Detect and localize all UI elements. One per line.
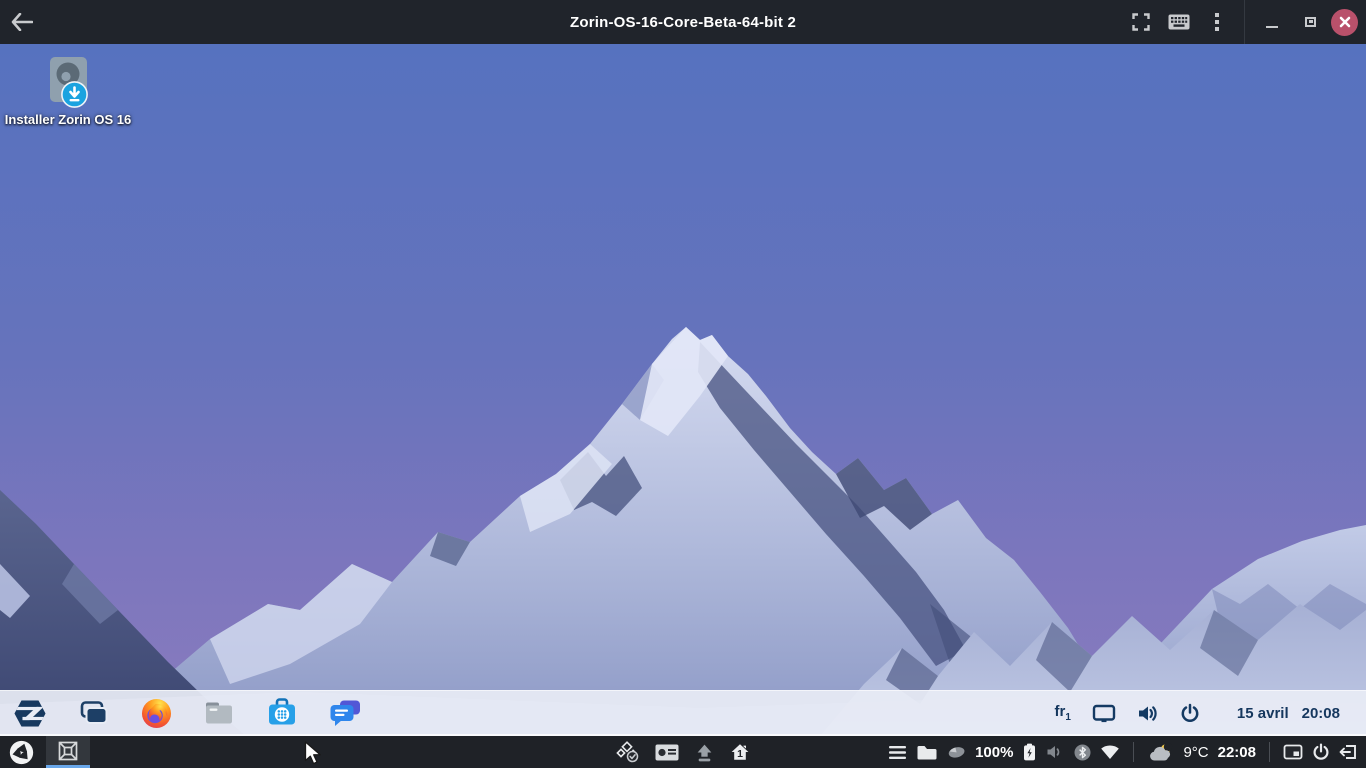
software-store-button[interactable]: [266, 697, 298, 729]
home-icon: 1: [730, 743, 750, 761]
hamburger-icon: [888, 744, 907, 761]
host-power-icon: [1312, 743, 1330, 761]
titlebar: Zorin-OS-16-Core-Beta-64-bit 2: [0, 0, 1366, 44]
bluetooth-icon: [1074, 744, 1091, 761]
updates-indicator[interactable]: [616, 741, 639, 763]
workspace-number: 1: [737, 748, 743, 760]
tray-divider: [1133, 742, 1134, 762]
guest-date: 15 avril: [1237, 705, 1289, 722]
back-arrow-icon: [11, 13, 33, 31]
screen: Zorin-OS-16-Core-Beta-64-bit 2: [0, 0, 1366, 768]
power-icon: [1180, 703, 1200, 723]
guest-desktop: Installer Zorin OS 16: [0, 44, 1366, 736]
host-launcher-button[interactable]: [6, 736, 36, 768]
host-taskbar: 1: [0, 736, 1366, 768]
host-volume-indicator[interactable]: [1046, 744, 1065, 760]
guest-taskbar: fr1: [0, 690, 1366, 736]
software-store-icon: [267, 698, 297, 728]
wifi-indicator[interactable]: [1100, 744, 1120, 760]
menu-kebab-button[interactable]: [1198, 0, 1236, 44]
home-workspace-indicator[interactable]: 1: [730, 743, 750, 761]
installer-desktop-icon[interactable]: Installer Zorin OS 16: [2, 56, 134, 127]
eject-indicator[interactable]: [695, 743, 714, 762]
window-switcher-icon: [78, 701, 108, 726]
kebab-icon: [1214, 12, 1220, 32]
guest-clock[interactable]: 15 avril 20:08: [1237, 705, 1340, 722]
keyboard-layout-index: 1: [1065, 712, 1071, 723]
temperature-label[interactable]: 9°C: [1183, 744, 1208, 761]
guest-time: 20:08: [1302, 705, 1340, 722]
installer-icon-label: Installer Zorin OS 16: [2, 112, 134, 127]
titlebar-divider: [1244, 0, 1245, 44]
fullscreen-icon: [1132, 13, 1150, 31]
volume-indicator[interactable]: [1137, 704, 1159, 723]
host-power-button[interactable]: [1312, 743, 1330, 761]
tray-divider-2: [1269, 742, 1270, 762]
titlebar-controls: [1122, 0, 1366, 44]
volume-icon: [1137, 704, 1159, 723]
keyboard-button[interactable]: [1160, 0, 1198, 44]
host-files-button[interactable]: [916, 744, 938, 761]
zorin-menu-icon: [14, 699, 46, 728]
maximize-icon: [1305, 17, 1316, 27]
volume-muted-icon: [1046, 744, 1065, 760]
folder-icon: [916, 744, 938, 761]
launcher-icon: [9, 740, 34, 765]
files-button[interactable]: [203, 697, 235, 729]
files-folder-icon: [204, 701, 234, 725]
boxes-task-button[interactable]: [46, 736, 90, 768]
keyboard-layout-label: fr: [1055, 703, 1066, 720]
close-button[interactable]: [1331, 9, 1358, 36]
battery-indicator[interactable]: [1022, 742, 1037, 762]
battery-percentage[interactable]: 100%: [975, 744, 1013, 761]
mouse-indicator[interactable]: [947, 745, 966, 759]
eject-arrow-icon: [695, 743, 714, 762]
firefox-button[interactable]: [140, 697, 172, 729]
display-icon: [1092, 704, 1116, 723]
back-button[interactable]: [0, 0, 44, 44]
show-desktop-button[interactable]: [1283, 744, 1303, 760]
osd-list-icon: [655, 744, 679, 761]
host-center-indicators: 1: [616, 736, 750, 768]
zorin-menu-button[interactable]: [14, 697, 46, 729]
bluetooth-indicator[interactable]: [1074, 744, 1091, 761]
window-switcher-button[interactable]: [77, 697, 109, 729]
logout-icon: [1339, 743, 1358, 761]
mouse-icon: [947, 745, 966, 759]
mountain-wallpaper: [0, 44, 1366, 736]
power-indicator[interactable]: [1180, 703, 1200, 723]
weather-night-icon: [1147, 743, 1174, 762]
chat-bubbles-icon: [329, 700, 361, 727]
close-icon: [1339, 16, 1351, 28]
maximize-button[interactable]: [1291, 0, 1329, 44]
fullscreen-button[interactable]: [1122, 0, 1160, 44]
boxes-app-icon: [57, 740, 79, 762]
firefox-icon: [141, 698, 172, 729]
osd-indicator[interactable]: [655, 744, 679, 761]
battery-charging-icon: [1022, 742, 1037, 762]
host-menu-button[interactable]: [888, 744, 907, 761]
download-badge-icon: [61, 81, 88, 108]
host-clock[interactable]: 22:08: [1218, 744, 1256, 761]
keyboard-layout-indicator[interactable]: fr1: [1055, 703, 1071, 723]
guest-tray: fr1: [1055, 703, 1366, 723]
guest-taskbar-apps: [0, 697, 361, 729]
minimize-button[interactable]: [1253, 0, 1291, 44]
weather-indicator[interactable]: [1147, 743, 1174, 762]
installer-icon-art: [44, 56, 92, 108]
display-indicator[interactable]: [1092, 704, 1116, 723]
host-tray: 100%: [888, 736, 1366, 768]
minimize-icon: [1266, 26, 1278, 28]
show-desktop-icon: [1283, 744, 1303, 760]
wifi-icon: [1100, 744, 1120, 760]
logout-button[interactable]: [1339, 743, 1358, 761]
messaging-button[interactable]: [329, 697, 361, 729]
keyboard-icon: [1168, 14, 1190, 30]
updates-check-icon: [616, 741, 639, 763]
